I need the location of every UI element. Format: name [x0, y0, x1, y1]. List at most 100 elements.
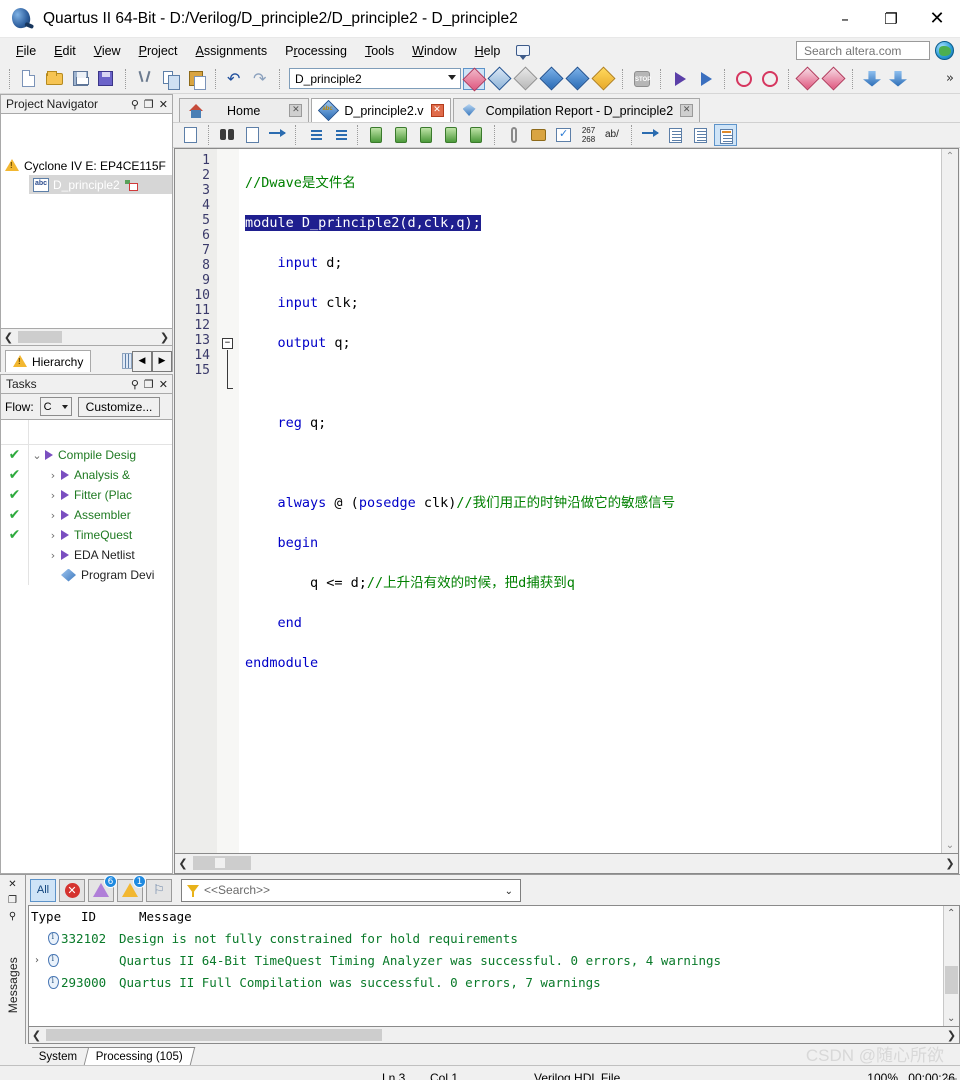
uncomment-icon[interactable]	[689, 124, 712, 146]
scroll-left-icon[interactable]: ❮	[29, 1029, 44, 1042]
tab-close-icon[interactable]: ✕	[430, 104, 444, 117]
goto-line-icon[interactable]	[266, 124, 289, 146]
chevron-down-icon[interactable]	[448, 75, 456, 80]
filter-error-button[interactable]: ✕	[59, 878, 85, 902]
find-replace-icon[interactable]	[241, 124, 264, 146]
scroll-down-icon[interactable]: ⌄	[946, 840, 954, 851]
scroll-up-icon[interactable]: ⌃	[946, 151, 954, 162]
task-row-compile-design[interactable]: ✔ ⌄ Compile Desig	[1, 445, 172, 465]
altera-search-box[interactable]	[796, 41, 930, 60]
chevron-down-icon[interactable]	[61, 405, 68, 409]
tab-close-icon[interactable]: ✕	[680, 104, 694, 117]
task-run-icon[interactable]	[45, 450, 53, 460]
fold-toggle-icon[interactable]: −	[222, 338, 233, 349]
scroll-icon[interactable]	[527, 124, 550, 146]
scroll-left-icon[interactable]: ❮	[175, 857, 191, 870]
message-row[interactable]: › Quartus II 64-Bit TimeQuest Timing Ana…	[29, 949, 943, 971]
col-header-message[interactable]: Message	[139, 909, 192, 924]
stop-processing-icon[interactable]: STOP	[631, 68, 653, 90]
filter-info-button[interactable]: ⚐	[146, 878, 172, 902]
tree-row-entity[interactable]: abc D_principle2	[29, 175, 172, 194]
filter-all-button[interactable]: All	[30, 878, 56, 902]
tab-list-icon[interactable]	[122, 353, 132, 369]
task-expander[interactable]: ›	[45, 509, 61, 522]
programmer-icon[interactable]	[861, 68, 883, 90]
decrease-indent-icon[interactable]	[328, 124, 351, 146]
tab-d-principle2-v[interactable]: D_principle2.v ✕	[311, 98, 451, 122]
scroll-left-icon[interactable]: ❮	[1, 331, 16, 344]
project-combo[interactable]: D_principle2	[289, 68, 461, 89]
insert-bookmark-icon[interactable]	[365, 124, 388, 146]
pin-icon[interactable]: ⚲	[131, 98, 139, 111]
chevron-down-icon[interactable]: ⌄	[505, 886, 513, 897]
task-run-icon[interactable]	[61, 470, 69, 480]
scroll-thumb[interactable]	[193, 856, 251, 870]
paste-icon[interactable]	[186, 68, 208, 90]
timing-analyzer-icon[interactable]	[733, 68, 755, 90]
task-run-icon[interactable]	[61, 530, 69, 540]
scroll-right-icon[interactable]: ❯	[157, 331, 172, 344]
message-row[interactable]: 293000 Quartus II Full Compilation was s…	[29, 971, 943, 993]
menu-window[interactable]: Window	[403, 41, 465, 61]
project-navigator-tree[interactable]: Cyclone IV E: EP4CE115F abc D_principle2	[0, 114, 173, 329]
task-run-icon[interactable]	[61, 510, 69, 520]
menu-project[interactable]: Project	[130, 41, 187, 61]
increase-indent-icon[interactable]	[303, 124, 326, 146]
filter-critical-warning-button[interactable]: 6	[88, 874, 117, 902]
task-expander[interactable]: ›	[45, 549, 61, 562]
menu-view[interactable]: View	[85, 41, 130, 61]
menu-tools[interactable]: Tools	[356, 41, 403, 61]
menu-edit[interactable]: Edit	[45, 41, 85, 61]
row-expander[interactable]: ›	[29, 955, 45, 966]
stop-compile-icon[interactable]	[462, 66, 487, 92]
toolbar-grip[interactable]	[9, 68, 11, 89]
customize-button[interactable]: Customize...	[77, 396, 161, 417]
task-expander[interactable]: ⌄	[29, 449, 45, 462]
task-row-assembler[interactable]: ✔ › Assembler	[1, 505, 172, 525]
pin-icon[interactable]: ⚲	[9, 911, 16, 922]
restore-icon[interactable]: ❐	[144, 98, 154, 111]
tab-processing[interactable]: Processing (105)	[85, 1047, 196, 1065]
start-compilation-icon[interactable]	[669, 68, 691, 90]
task-expander[interactable]: ›	[45, 469, 61, 482]
find-icon[interactable]	[216, 124, 239, 146]
check-syntax-icon[interactable]	[552, 124, 575, 146]
speech-note-icon[interactable]	[515, 43, 533, 60]
scroll-right-icon[interactable]: ❯	[942, 857, 958, 870]
menu-assignments[interactable]: Assignments	[187, 41, 277, 61]
tasks-list[interactable]: ✔ ⌄ Compile Desig ✔ › Analysis & ✔ › Fit…	[0, 420, 173, 874]
altera-search-input[interactable]	[802, 42, 929, 59]
close-icon[interactable]: ✕	[159, 98, 168, 111]
editor-hscrollbar[interactable]: ❮ ❯	[174, 854, 959, 874]
task-row-eda-netlist[interactable]: › EDA Netlist	[1, 545, 172, 565]
close-icon[interactable]: ✕	[8, 879, 16, 890]
tab-next-button[interactable]: ▶	[152, 350, 172, 372]
flow-combo[interactable]: C	[39, 397, 72, 416]
menu-processing[interactable]: Processing	[276, 41, 356, 61]
comment-icon[interactable]	[664, 124, 687, 146]
assembler-icon[interactable]	[565, 65, 590, 91]
task-run-icon[interactable]	[61, 550, 69, 560]
rtl-viewer-icon[interactable]	[795, 65, 820, 91]
col-header-type[interactable]: Type	[29, 909, 81, 924]
tab-hierarchy[interactable]: Hierarchy	[5, 350, 92, 372]
scroll-right-icon[interactable]: ❯	[944, 1029, 959, 1042]
maximize-button[interactable]: ❐	[868, 0, 914, 38]
editor-vscrollbar[interactable]: ⌃ ⌄	[941, 149, 958, 853]
new-file-icon[interactable]	[18, 68, 40, 90]
minimize-button[interactable]: –	[822, 0, 868, 38]
fitter-icon[interactable]	[539, 65, 564, 91]
show-all-icon[interactable]	[714, 124, 737, 146]
pin-icon[interactable]: ⚲	[131, 378, 139, 391]
toggle-wrap-icon[interactable]: ab/	[602, 124, 625, 146]
tab-home[interactable]: Home ✕	[179, 98, 310, 122]
task-row-timequest[interactable]: ✔ › TimeQuest	[1, 525, 172, 545]
task-expander[interactable]: ›	[45, 529, 61, 542]
menu-help[interactable]: Help	[466, 41, 510, 61]
tab-prev-button[interactable]: ◀	[132, 350, 152, 372]
goto-icon[interactable]	[639, 124, 662, 146]
save-all-icon[interactable]	[96, 68, 118, 90]
scroll-thumb[interactable]	[945, 966, 958, 994]
messages-vscrollbar[interactable]: ⌃ ⌄	[943, 906, 959, 1026]
filter-warning-button[interactable]: 1	[117, 874, 146, 902]
